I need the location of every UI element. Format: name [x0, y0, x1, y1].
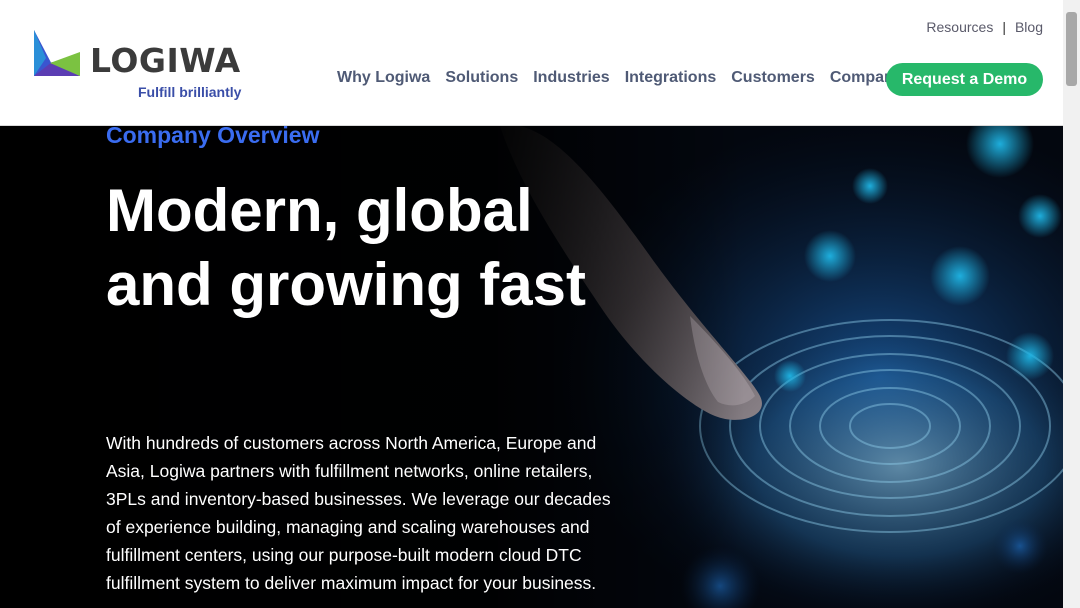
logiwa-logo[interactable]: LOGIWA Fulfill brilliantly: [32, 30, 247, 102]
nav-industries[interactable]: Industries: [533, 69, 609, 87]
site-header: LOGIWA Fulfill brilliantly Resources | Blo…: [0, 0, 1063, 126]
hero-section: Company Overview Modern, global and grow…: [0, 126, 1063, 608]
utility-separator: |: [1002, 19, 1006, 35]
logo-tagline: Fulfill brilliantly: [138, 84, 242, 100]
utility-nav: Resources | Blog: [926, 19, 1043, 35]
blog-link[interactable]: Blog: [1015, 19, 1043, 35]
nav-why-logiwa[interactable]: Why Logiwa: [337, 69, 430, 87]
request-demo-button[interactable]: Request a Demo: [886, 63, 1043, 96]
nav-integrations[interactable]: Integrations: [625, 69, 717, 87]
hero-eyebrow: Company Overview: [106, 126, 320, 148]
hero-description: With hundreds of customers across North …: [106, 433, 611, 593]
hero-headline: Modern, global and growing fast: [106, 177, 586, 318]
resources-link[interactable]: Resources: [926, 19, 993, 35]
main-nav: Why Logiwa Solutions Industries Integrat…: [337, 69, 903, 87]
nav-customers[interactable]: Customers: [731, 69, 815, 87]
logo-wordmark: LOGIWA: [90, 41, 241, 80]
logiwa-logo-mark-icon: [34, 30, 80, 76]
page-scrollbar[interactable]: [1063, 0, 1080, 608]
nav-solutions[interactable]: Solutions: [445, 69, 518, 87]
scrollbar-thumb[interactable]: [1066, 12, 1077, 86]
